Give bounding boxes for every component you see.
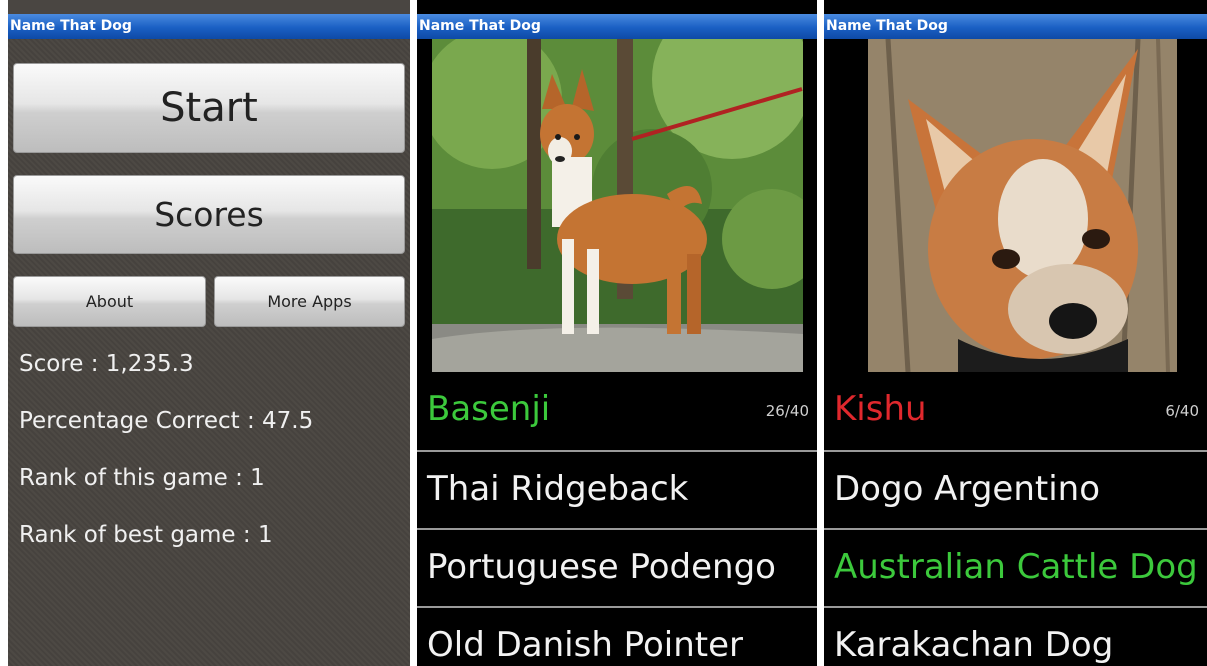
- answer-row: Basenji 26/40: [417, 372, 817, 450]
- quiz-screen-basenji: Name That Dog Basenji 26/40 Thai Ridgeba…: [417, 0, 817, 666]
- start-button[interactable]: Start: [13, 63, 405, 153]
- basenji-image: [432, 39, 803, 372]
- cattle-dog-image: [868, 39, 1177, 372]
- scores-button[interactable]: Scores: [13, 175, 405, 254]
- score-text: Score : 1,235.3: [19, 351, 194, 377]
- option-button-1[interactable]: Thai Ridgeback: [417, 450, 817, 528]
- app-title-bar: Name That Dog: [824, 14, 1207, 39]
- option-button-3[interactable]: Karakachan Dog: [824, 606, 1207, 666]
- rank-this-game-text: Rank of this game : 1: [19, 465, 265, 491]
- answer-row: Kishu 6/40: [824, 372, 1207, 450]
- app-title-bar: Name That Dog: [8, 14, 410, 39]
- option-button-2-correct[interactable]: Australian Cattle Dog: [824, 528, 1207, 606]
- option-button-3[interactable]: Old Danish Pointer: [417, 606, 817, 666]
- percentage-correct-text: Percentage Correct : 47.5: [19, 408, 314, 434]
- answer-label: Basenji: [427, 389, 551, 429]
- app-title-bar: Name That Dog: [417, 14, 817, 39]
- rank-best-game-text: Rank of best game : 1: [19, 522, 273, 548]
- question-counter: 26/40: [765, 402, 809, 420]
- more-apps-button[interactable]: More Apps: [214, 276, 405, 327]
- question-counter: 6/40: [1165, 402, 1199, 420]
- menu-screen: Name That Dog Start Scores About More Ap…: [8, 0, 410, 666]
- dog-photo-basenji: [432, 39, 803, 372]
- option-button-2[interactable]: Portuguese Podengo: [417, 528, 817, 606]
- dog-photo-cattle-dog: [868, 39, 1177, 372]
- about-button[interactable]: About: [13, 276, 206, 327]
- answer-label: Kishu: [834, 389, 927, 429]
- option-button-1[interactable]: Dogo Argentino: [824, 450, 1207, 528]
- quiz-screen-kishu: Name That Dog Kishu 6/40 Dogo Argentino …: [824, 0, 1207, 666]
